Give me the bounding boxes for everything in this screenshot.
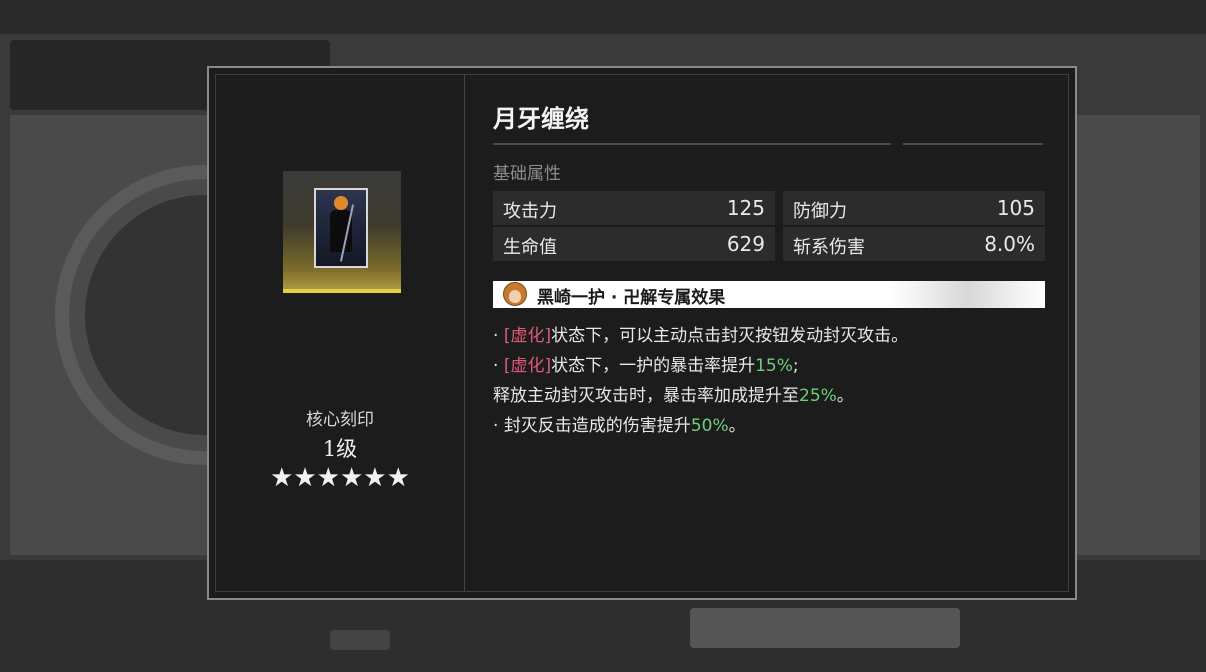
- item-summary-panel: 核心刻印 1级 ★★★★★★: [216, 75, 465, 591]
- effect-number: 50%: [690, 416, 729, 436]
- effect-number: 15%: [755, 356, 793, 376]
- stat-row: 斩系伤害 8.0%: [783, 227, 1045, 261]
- item-portrait[interactable]: [283, 171, 401, 293]
- card-hair: [334, 196, 348, 210]
- section-label-base-stats: 基础属性: [493, 164, 561, 184]
- stat-value: 8.0%: [984, 232, 1035, 256]
- effect-line: · [虚化]状态下，一护的暴击率提升15%;: [493, 351, 799, 376]
- character-avatar-icon: [503, 282, 527, 306]
- stat-value: 125: [726, 196, 765, 220]
- item-level: 1级: [322, 437, 358, 461]
- bg-top-bar: [0, 0, 1206, 34]
- stat-name: 防御力: [793, 201, 847, 222]
- effect-line: · 封灭反击造成的伤害提升50%。: [493, 411, 746, 436]
- stat-row: 生命值 629: [493, 227, 775, 261]
- stat-name: 生命值: [503, 237, 557, 258]
- character-card-icon: [314, 188, 368, 268]
- stat-row: 攻击力 125: [493, 191, 775, 225]
- core-label: 核心刻印: [306, 410, 374, 430]
- effect-text: 封灭反击造成的伤害提升: [503, 416, 691, 436]
- item-detail-panel: 月牙缠绕 基础属性 攻击力 125 防御力 105 生命值 629 斩系伤害 8…: [465, 75, 1068, 591]
- effect-line: · [虚化]状态下，可以主动点击封灭按钮发动封灭攻击。: [493, 321, 908, 346]
- effect-number: 25%: [799, 386, 837, 406]
- stat-value: 629: [726, 232, 765, 256]
- item-title: 月牙缠绕: [493, 104, 589, 133]
- effect-text: 状态下，一护的暴击率提升: [551, 356, 756, 376]
- effect-title: 黑崎一护 · 卍解专属效果: [537, 288, 726, 308]
- bg-button: [330, 630, 390, 650]
- effect-text: 释放主动封灭攻击时，暴击率加成提升至: [493, 386, 799, 406]
- bullet: ·: [493, 356, 499, 376]
- avatar-face: [509, 290, 521, 303]
- effect-text: 状态下，可以主动点击封灭按钮发动封灭攻击。: [551, 326, 909, 346]
- item-detail-dialog[interactable]: 核心刻印 1级 ★★★★★★ 月牙缠绕 基础属性 攻击力 125 防御力 105…: [207, 66, 1077, 600]
- stat-row: 防御力 105: [783, 191, 1045, 225]
- rarity-bar: [283, 289, 401, 293]
- keyword-tag: [虚化]: [503, 356, 552, 376]
- effect-text-end: 。: [836, 386, 854, 406]
- title-divider-short: [903, 143, 1043, 145]
- bg-button-wide: [690, 608, 960, 648]
- stat-name: 斩系伤害: [793, 237, 865, 258]
- star-rating: ★★★★★★: [270, 463, 410, 493]
- bullet: ·: [493, 326, 499, 346]
- stat-value: 105: [996, 196, 1035, 220]
- effect-line: 释放主动封灭攻击时，暴击率加成提升至25%。: [493, 381, 854, 406]
- effect-text-end: ;: [792, 356, 799, 376]
- keyword-tag: [虚化]: [503, 326, 552, 346]
- title-divider: [493, 143, 891, 145]
- bullet: ·: [493, 416, 499, 436]
- effect-text-end: 。: [728, 416, 746, 436]
- exclusive-effect-header: 黑崎一护 · 卍解专属效果: [493, 281, 1045, 308]
- stat-name: 攻击力: [503, 201, 557, 222]
- dialog-inner: 核心刻印 1级 ★★★★★★ 月牙缠绕 基础属性 攻击力 125 防御力 105…: [215, 74, 1069, 592]
